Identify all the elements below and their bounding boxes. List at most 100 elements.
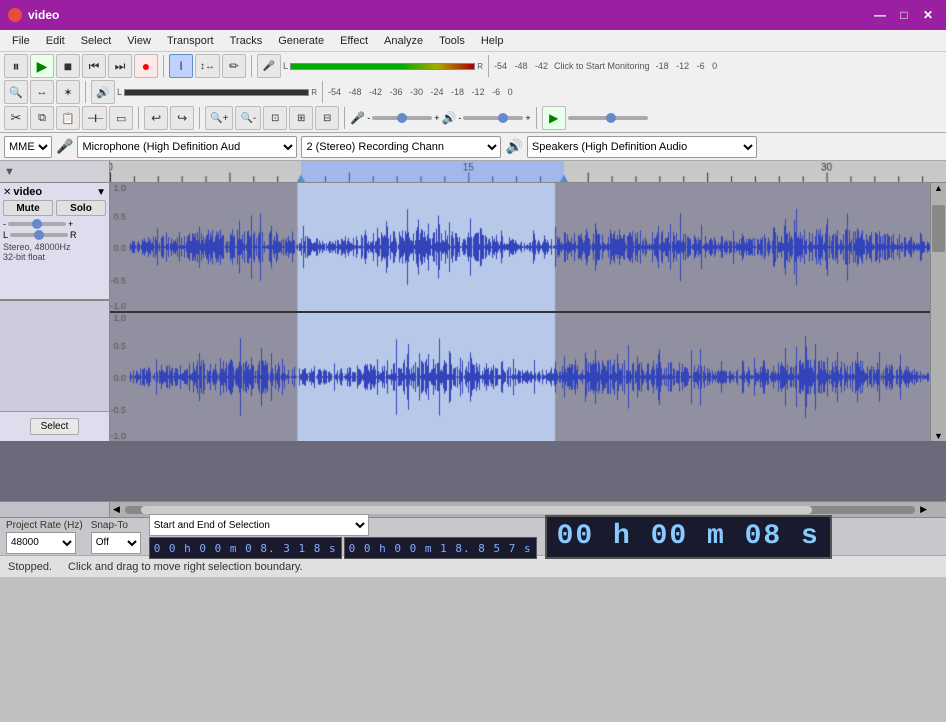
app-icon [8,8,22,22]
project-rate-select[interactable]: 48000 [6,532,76,554]
status-stopped: Stopped. [8,561,52,573]
ruler-header-space: ▼ [0,161,110,182]
vol-min: - [367,113,370,123]
sel-end-display[interactable]: 0 0 h 0 0 m 1 8. 8 5 7 s [344,537,537,559]
waveform-canvas-1 [110,183,930,311]
hscroll-track [125,506,915,514]
copy-button[interactable]: ⧉ [30,106,54,130]
toolbar-row-2: 🔍 ↔ ✶ 🔊 L R -54 -48 -42 -36 -30 -24 -18 … [4,80,942,104]
envelope-tool-btn[interactable]: ↕↔ [195,54,220,78]
meter-scale-right: -18 -12 -6 0 [656,61,718,71]
menu-item-transport[interactable]: Transport [159,30,222,51]
mic-volume-slider[interactable] [372,116,432,120]
snap-to-select[interactable]: Off [91,532,141,554]
fit-proj-button[interactable]: ⊞ [289,106,313,130]
skip-end-button[interactable]: ⏭ [108,54,132,78]
fit-sel-button[interactable]: ⊡ [263,106,287,130]
click-to-monitor[interactable]: Click to Start Monitoring [550,61,654,71]
menu-item-tracks[interactable]: Tracks [222,30,271,51]
menu-item-file[interactable]: File [4,30,38,51]
zoom-in-button[interactable]: 🔍+ [205,106,233,130]
select-track-button[interactable]: Select [30,418,80,435]
track-collapse-arrow[interactable]: ▼ [96,187,106,198]
out-meter-l-label: L [117,87,122,97]
selection-section: Start and End of Selection Start and Len… [149,514,537,559]
pause-button[interactable]: ⏸ [4,54,28,78]
menu-item-edit[interactable]: Edit [38,30,73,51]
sep2 [251,55,252,77]
project-rate-section: Project Rate (Hz) 48000 [6,520,83,554]
pan-row: L R [3,230,106,240]
close-button[interactable]: ✕ [918,5,938,25]
input-device-select[interactable]: Microphone (High Definition Aud [77,136,297,158]
menu-item-analyze[interactable]: Analyze [376,30,431,51]
channels-select[interactable]: 2 (Stereo) Recording Chann [301,136,501,158]
silence-button[interactable]: ▭ [109,106,133,130]
play-button[interactable]: ▶ [30,54,54,78]
sel-start-display[interactable]: 0 0 h 0 0 m 0 8. 3 1 8 s [149,537,342,559]
undo-button[interactable]: ↩ [144,106,168,130]
select-tool-btn[interactable]: I [169,54,193,78]
zoom-tog-button[interactable]: ⊟ [315,106,339,130]
host-select[interactable]: MME [4,136,52,158]
scroll-track [931,193,946,431]
scroll-thumb[interactable] [932,205,945,253]
hscroll-right-btn[interactable]: ▶ [917,504,930,515]
mute-button[interactable]: Mute [3,200,53,216]
minimize-button[interactable]: — [870,5,890,25]
waveform-track-1[interactable] [110,183,930,313]
selection-mode-select[interactable]: Start and End of Selection Start and Len… [149,514,369,536]
track-volume-slider[interactable] [8,222,66,226]
spk-icon: 🔊 [441,111,456,125]
menu-item-help[interactable]: Help [473,30,512,51]
toolbar-row-1: ⏸ ▶ ■ ⏮ ⏭ ● I ↕↔ ✏ 🎤 L R -54 -48 -42 Cli… [4,54,942,78]
ruler-canvas [110,161,946,182]
output-device-select[interactable]: Speakers (High Definition Audio [527,136,757,158]
redo-button[interactable]: ↪ [170,106,194,130]
waveform-track-2[interactable] [110,313,930,441]
trim-button[interactable]: ⊣⊢ [82,106,107,130]
select-btn-row: Select [0,411,109,441]
solo-button[interactable]: Solo [56,200,106,216]
fit-width-btn[interactable]: ↔ [30,80,54,104]
track-pan-slider[interactable] [10,233,68,237]
draw-tool-btn[interactable]: ✏ [222,54,246,78]
toolbar-area: ⏸ ▶ ■ ⏮ ⏭ ● I ↕↔ ✏ 🎤 L R -54 -48 -42 Cli… [0,52,946,133]
waveform-panel [110,183,930,441]
meter-scale: -54 -48 -42 [494,61,548,71]
output-meter: L R [117,87,317,97]
scroll-up-btn[interactable]: ▲ [931,183,946,193]
cut-button[interactable]: ✂ [4,106,28,130]
hscroll-left-btn[interactable]: ◀ [110,504,123,515]
speaker-btn[interactable]: 🔊 [91,80,115,104]
v-scrollbar[interactable]: ▲ ▼ [930,183,946,441]
hscroll-header-space [0,502,110,517]
paste-button[interactable]: 📋 [56,106,80,130]
record-button[interactable]: ● [134,54,158,78]
maximize-button[interactable]: □ [894,5,914,25]
menu-item-effect[interactable]: Effect [332,30,376,51]
input-meter-btn[interactable]: 🎤 [257,54,281,78]
play-speed-slider[interactable] [568,116,648,120]
scroll-down-btn[interactable]: ▼ [931,431,946,441]
spk-volume-slider[interactable] [463,116,523,120]
hscroll-thumb[interactable] [141,506,813,514]
stop-button[interactable]: ■ [56,54,80,78]
zoom-out-button[interactable]: 🔍- [235,106,261,130]
sel-end-text: 0 0 h 0 0 m 1 8. 8 5 7 s [349,542,532,555]
track-name-row: ✕ video ▼ [3,186,106,198]
sep7 [199,107,200,129]
menu-item-view[interactable]: View [119,30,159,51]
menu-item-select[interactable]: Select [73,30,120,51]
multi-tool-btn[interactable]: ✶ [56,80,80,104]
skip-start-button[interactable]: ⏮ [82,54,106,78]
menu-item-generate[interactable]: Generate [270,30,332,51]
menu-item-tools[interactable]: Tools [431,30,473,51]
empty-track-header [0,301,109,411]
waveform-canvas-2 [110,313,930,441]
track-close-icon[interactable]: ✕ [3,187,11,198]
sep5 [322,81,323,103]
bottom-bar: Project Rate (Hz) 48000 Snap-To Off Star… [0,517,946,555]
play-speed-btn[interactable]: ▶ [542,106,566,130]
zoom-normal-btn[interactable]: 🔍 [4,80,28,104]
